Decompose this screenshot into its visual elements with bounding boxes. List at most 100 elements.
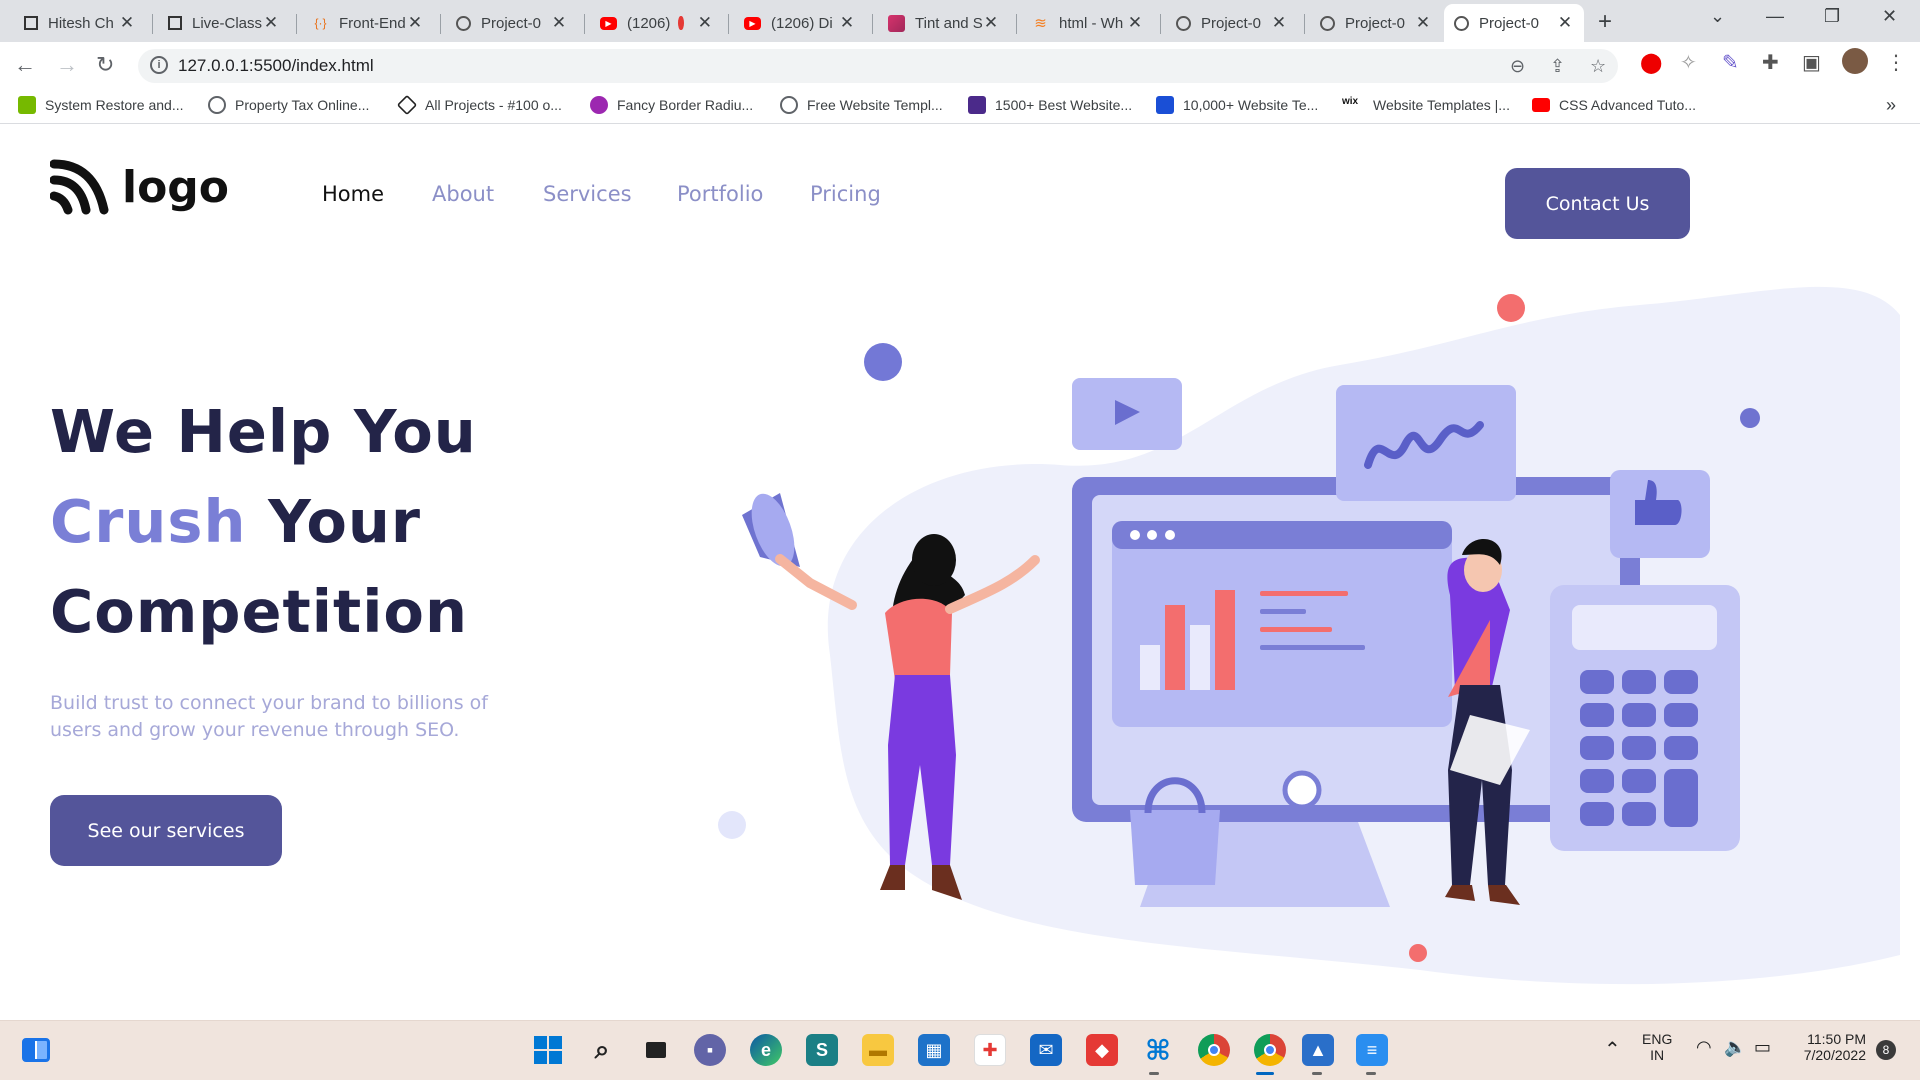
battery-icon[interactable]: ▭ bbox=[1754, 1037, 1771, 1058]
teams-chat-icon[interactable]: ▪ bbox=[694, 1034, 726, 1066]
gift-icon[interactable]: ✚ bbox=[974, 1034, 1006, 1066]
close-icon[interactable]: ✕ bbox=[118, 13, 136, 33]
sway-icon[interactable]: S bbox=[806, 1034, 838, 1066]
see-services-button[interactable]: See our services bbox=[50, 795, 282, 866]
close-icon[interactable]: ✕ bbox=[550, 13, 568, 33]
opera-icon[interactable]: ⬤ bbox=[1640, 50, 1662, 75]
browser-tab[interactable]: ▶ (1206) Di ✕ bbox=[734, 4, 866, 42]
colorlib-icon bbox=[968, 96, 986, 114]
close-icon[interactable]: ✕ bbox=[698, 13, 712, 33]
notepad-icon[interactable]: ≡ bbox=[1356, 1034, 1388, 1066]
bookmark-item[interactable]: Fancy Border Radiu... bbox=[590, 94, 753, 116]
bookmark-item[interactable]: 10,000+ Website Te... bbox=[1156, 94, 1318, 116]
nav-about[interactable]: About bbox=[432, 182, 494, 206]
wifi-icon[interactable]: ◠ bbox=[1696, 1037, 1712, 1058]
new-tab-button[interactable]: + bbox=[1598, 8, 1612, 36]
file-explorer-icon[interactable]: ▬ bbox=[862, 1034, 894, 1066]
minimize-button[interactable]: — bbox=[1766, 6, 1784, 27]
browser-tab[interactable]: {·} Front-End ✕ bbox=[302, 4, 434, 42]
reload-button[interactable]: ↻ bbox=[96, 52, 114, 78]
globe-icon bbox=[456, 15, 471, 31]
youtube-icon: ▶ bbox=[600, 16, 617, 30]
info-icon[interactable]: i bbox=[150, 56, 168, 74]
mail-icon[interactable]: ✉ bbox=[1030, 1034, 1062, 1066]
browser-tab[interactable]: Project-0 ✕ bbox=[446, 4, 578, 42]
close-icon[interactable]: ✕ bbox=[838, 13, 856, 33]
tab-search-icon[interactable]: ⌄ bbox=[1710, 6, 1725, 27]
nav-pricing[interactable]: Pricing bbox=[810, 182, 881, 206]
decor-dot bbox=[864, 343, 902, 381]
volume-icon[interactable]: 🔈 bbox=[1724, 1037, 1746, 1058]
anydesk-icon[interactable]: ◆ bbox=[1086, 1034, 1118, 1066]
hero-title-line1: We Help You bbox=[50, 397, 477, 466]
bookmark-item[interactable]: Property Tax Online... bbox=[208, 94, 369, 116]
browser-tab[interactable]: ▶ (1206) ✕ bbox=[590, 4, 722, 42]
browser-tab[interactable]: Project-0 ✕ bbox=[1166, 4, 1298, 42]
photos-icon[interactable]: ▲ bbox=[1302, 1034, 1334, 1066]
puzzle-icon[interactable]: ✚ bbox=[1762, 50, 1779, 75]
close-icon[interactable]: ✕ bbox=[1414, 13, 1432, 33]
chart-bar bbox=[1165, 605, 1185, 690]
start-icon[interactable] bbox=[532, 1034, 564, 1066]
forward-button[interactable]: → bbox=[56, 52, 78, 78]
url-text[interactable]: 127.0.0.1:5500/index.html bbox=[178, 56, 374, 76]
hero-title-line3: Competition bbox=[50, 577, 468, 646]
language-indicator[interactable]: ENG IN bbox=[1642, 1031, 1672, 1063]
globe-icon bbox=[1176, 15, 1191, 31]
close-icon[interactable]: ✕ bbox=[1270, 13, 1288, 33]
search-icon[interactable]: ⌕ bbox=[586, 1034, 618, 1066]
avatar[interactable] bbox=[1842, 48, 1868, 74]
menu-icon[interactable]: ⋮ bbox=[1886, 50, 1906, 75]
tray-overflow-icon[interactable]: ⌃ bbox=[1604, 1037, 1621, 1062]
zoom-icon[interactable]: ⊖ bbox=[1510, 56, 1525, 77]
nav-services[interactable]: Services bbox=[543, 182, 632, 206]
taskbar: ⌕ ▪ e S ▬ ▦ ✚ ✉ ◆ ⌘ ▲ ≡ ⌃ ENG IN ◠ 🔈 ▭ 1… bbox=[0, 1020, 1920, 1080]
bookmark-item[interactable]: wix Website Templates |... bbox=[1342, 94, 1510, 116]
browser-tab[interactable]: Hitesh Ch ✕ bbox=[14, 4, 146, 42]
nav-portfolio[interactable]: Portfolio bbox=[677, 182, 763, 206]
widgets-icon[interactable] bbox=[20, 1034, 52, 1066]
close-icon[interactable]: ✕ bbox=[982, 13, 1000, 33]
blob-icon bbox=[590, 96, 608, 114]
nav-home[interactable]: Home bbox=[322, 182, 384, 206]
chrome-profile-icon[interactable] bbox=[1254, 1034, 1286, 1066]
browser-tab-active[interactable]: Project-0 ✕ bbox=[1444, 4, 1584, 42]
close-icon[interactable]: ✕ bbox=[1126, 13, 1144, 33]
browser-tab[interactable]: Live-Class ✕ bbox=[158, 4, 290, 42]
clock[interactable]: 11:50 PM 7/20/2022 bbox=[1794, 1031, 1866, 1063]
sidepanel-icon[interactable]: ▣ bbox=[1802, 50, 1821, 75]
tab-strip: Hitesh Ch ✕ Live-Class ✕ {·} Front-End ✕… bbox=[0, 0, 1920, 42]
colorpicker-icon[interactable]: ✎ bbox=[1722, 50, 1739, 75]
back-button[interactable]: ← bbox=[14, 52, 36, 78]
site-logo[interactable]: logo bbox=[50, 158, 229, 216]
bookmark-item[interactable]: All Projects - #100 o... bbox=[396, 94, 562, 116]
bookmark-star-icon[interactable]: ☆ bbox=[1590, 56, 1606, 77]
address-bar[interactable]: i 127.0.0.1:5500/index.html ⊖ ⇪ ☆ bbox=[138, 49, 1618, 83]
decor-dot bbox=[1740, 408, 1760, 428]
maximize-button[interactable]: ❐ bbox=[1824, 6, 1840, 27]
bookmark-item[interactable]: Free Website Templ... bbox=[780, 94, 943, 116]
hero-word: Your bbox=[268, 487, 422, 556]
chart-bar bbox=[1215, 590, 1235, 690]
bookmark-item[interactable]: 1500+ Best Website... bbox=[968, 94, 1132, 116]
bookmark-item[interactable]: CSS Advanced Tuto... bbox=[1532, 94, 1696, 116]
decor-dot bbox=[1409, 944, 1427, 962]
chrome-icon[interactable] bbox=[1198, 1034, 1230, 1066]
browser-tab[interactable]: Tint and S ✕ bbox=[878, 4, 1010, 42]
browser-tab[interactable]: Project-0 ✕ bbox=[1310, 4, 1442, 42]
close-icon[interactable]: ✕ bbox=[406, 13, 424, 33]
close-window-button[interactable]: ✕ bbox=[1882, 6, 1897, 27]
bookmark-item[interactable]: System Restore and... bbox=[18, 94, 184, 116]
notification-badge[interactable]: 8 bbox=[1876, 1040, 1896, 1060]
task-view-icon[interactable] bbox=[640, 1034, 672, 1066]
extension-icon[interactable]: ✧ bbox=[1680, 50, 1697, 75]
browser-tab[interactable]: ≋ html - Wh ✕ bbox=[1022, 4, 1154, 42]
share-icon[interactable]: ⇪ bbox=[1550, 56, 1565, 77]
store-icon[interactable]: ▦ bbox=[918, 1034, 950, 1066]
close-icon[interactable]: ✕ bbox=[262, 13, 280, 33]
edge-icon[interactable]: e bbox=[750, 1034, 782, 1066]
close-icon[interactable]: ✕ bbox=[1556, 13, 1574, 33]
square-icon bbox=[168, 16, 182, 30]
vscode-icon[interactable]: ⌘ bbox=[1142, 1034, 1174, 1066]
bookmarks-overflow-icon[interactable]: » bbox=[1886, 94, 1896, 116]
